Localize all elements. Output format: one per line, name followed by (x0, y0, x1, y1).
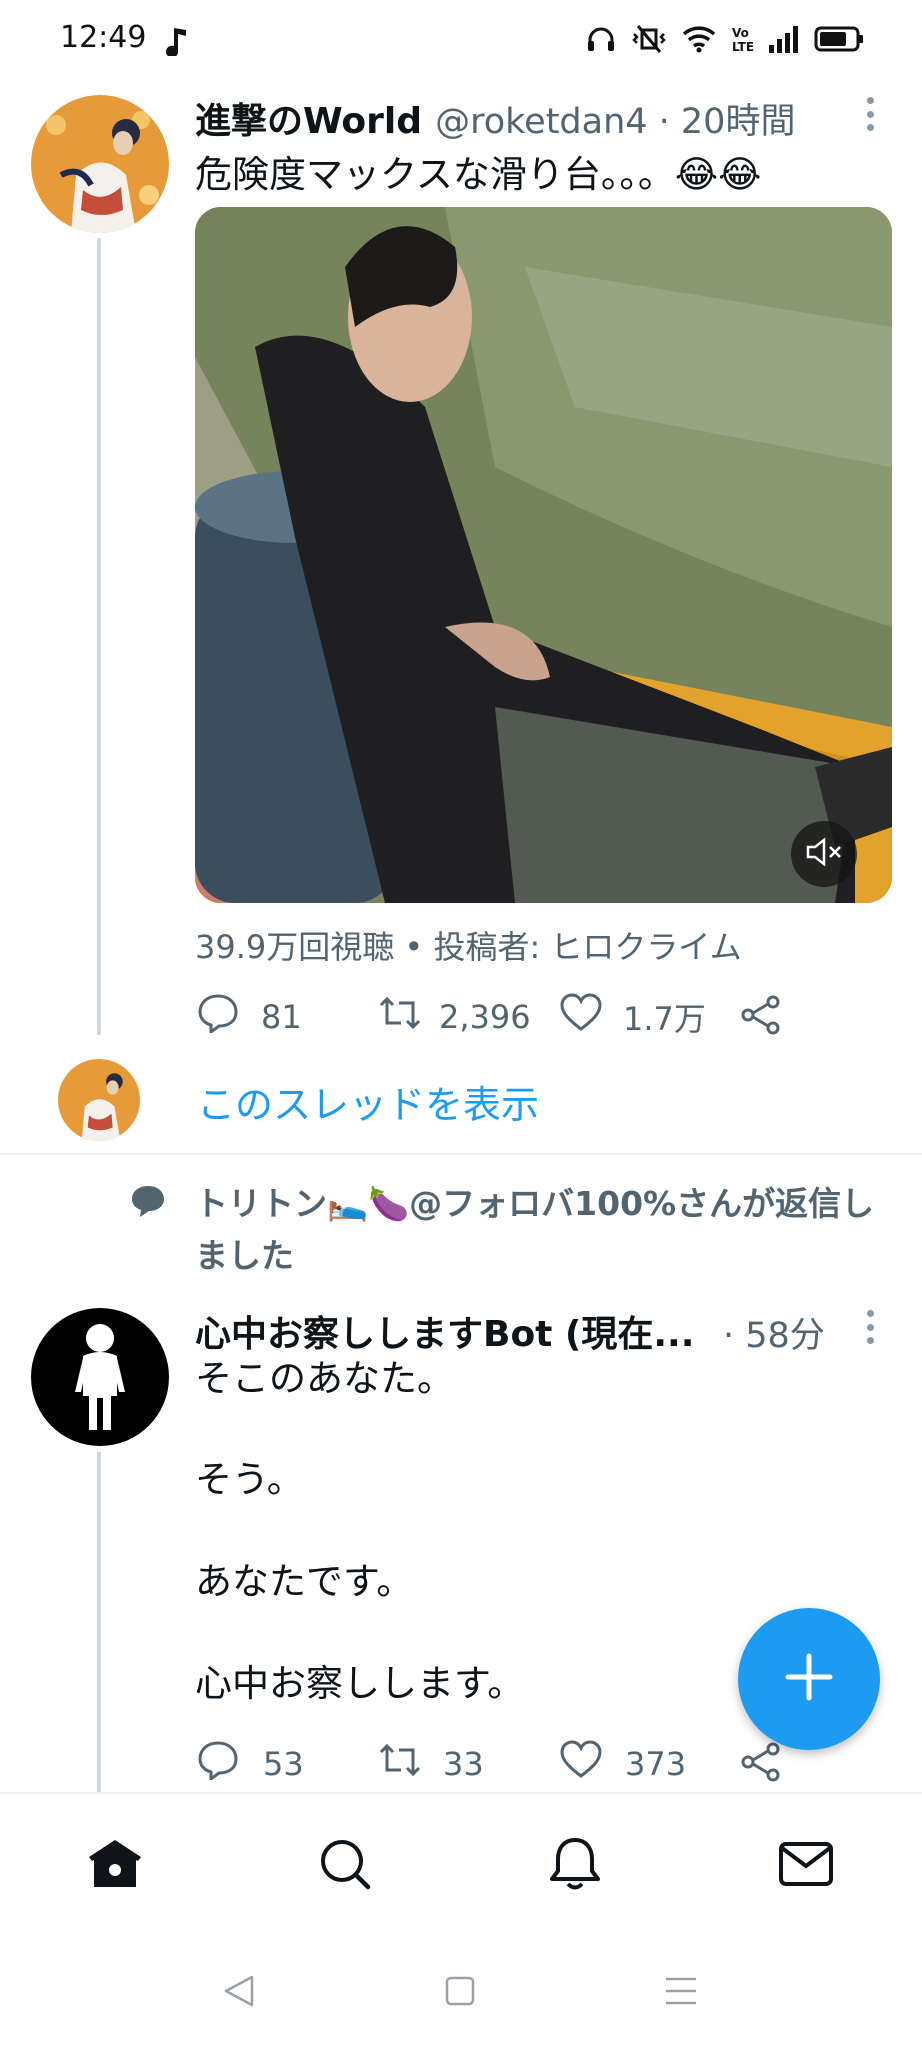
like-count: 1.7万 (623, 1000, 706, 1038)
tweet-time: · 20時間 (658, 102, 796, 142)
author-handle[interactable]: @roketdan4 (435, 102, 647, 142)
tweet2-time: · 58分 (723, 1316, 825, 1356)
reply-count-2: 53 (263, 1745, 304, 1783)
share-icon[interactable] (739, 995, 783, 1039)
tweet-header: 進撃のWorld @roketdan4 · 20時間 (195, 92, 795, 144)
author-avatar[interactable] (31, 95, 169, 233)
home-icon[interactable] (85, 1834, 145, 1894)
back-icon[interactable] (222, 1974, 256, 2012)
thread-line (97, 238, 101, 1035)
status-icons: Vo LTE (586, 24, 864, 54)
like-count-2: 373 (625, 1745, 687, 1783)
tweet2-header: 心中お察ししますBot (現在... (195, 1305, 694, 1357)
reply-icon (197, 993, 239, 1041)
search-icon[interactable] (315, 1834, 375, 1894)
recents-icon[interactable] (444, 1975, 476, 2011)
menu-icon[interactable] (664, 1976, 698, 2010)
volte-icon: Vo LTE (730, 24, 754, 54)
messages-icon[interactable] (776, 1834, 836, 1894)
divider (0, 1153, 922, 1155)
tweet-video[interactable] (195, 207, 892, 903)
share-icon-2[interactable] (739, 1742, 783, 1786)
show-thread-link[interactable]: このスレッドを表示 (197, 1074, 539, 1129)
bot-avatar[interactable] (31, 1308, 169, 1446)
retweet-action-2[interactable]: 33 (377, 1740, 484, 1788)
reply-action-2[interactable]: 53 (197, 1740, 304, 1788)
mute-button[interactable] (791, 821, 857, 887)
thread-line-2 (97, 1452, 101, 1792)
heart-icon (559, 993, 603, 1041)
like-action-2[interactable]: 373 (559, 1740, 686, 1788)
speaker-muted-icon (806, 837, 842, 871)
tweet2-line-3: あなたです。 (195, 1560, 414, 1603)
thread-avatar[interactable] (58, 1059, 140, 1141)
retweet-count: 2,396 (439, 998, 531, 1036)
vibrate-off-icon (630, 24, 668, 54)
reply-bubble-icon (130, 1184, 166, 1222)
reply-count: 81 (261, 998, 302, 1036)
view-count: 39.9万回視聴 • 投稿者: ヒロクライム (195, 928, 742, 966)
tweet2-line-4: 心中お察しします。 (195, 1662, 525, 1705)
tweet2-line-2: そう。 (195, 1458, 304, 1501)
reply-note[interactable]: トリトン🛌🍆@フォロバ100%さんが返信しました (195, 1178, 895, 1282)
author-name[interactable]: 進撃のWorld (195, 101, 422, 142)
plus-icon (784, 1652, 834, 1706)
retweet-icon (377, 993, 423, 1041)
system-nav (0, 1938, 922, 2048)
like-action[interactable]: 1.7万 (559, 993, 706, 1041)
heart-icon (559, 1740, 603, 1788)
more-options-icon[interactable] (866, 97, 874, 131)
signal-icon (768, 25, 800, 53)
notifications-icon[interactable] (545, 1834, 605, 1894)
wifi-icon (682, 25, 716, 53)
compose-button[interactable] (738, 1608, 880, 1750)
bottom-nav (0, 1792, 922, 1940)
bot-author-name[interactable]: 心中お察ししますBot (現在... (195, 1314, 694, 1355)
music-note-icon (166, 26, 188, 60)
svg-text:Vo: Vo (732, 26, 749, 40)
battery-icon (814, 25, 864, 53)
retweet-count-2: 33 (443, 1745, 484, 1783)
tweet2-line-1: そこのあなた。 (195, 1357, 454, 1400)
retweet-icon (377, 1740, 423, 1788)
tweet-text: 危険度マックスな滑り台。。。😂😂 (195, 153, 762, 196)
status-time: 12:49 (60, 20, 147, 55)
headphones-icon (586, 25, 616, 53)
svg-text:LTE: LTE (732, 40, 754, 54)
reply-action[interactable]: 81 (197, 993, 302, 1041)
more-options-icon-2[interactable] (866, 1310, 874, 1344)
reply-icon (197, 1740, 239, 1788)
retweet-action[interactable]: 2,396 (377, 993, 531, 1041)
